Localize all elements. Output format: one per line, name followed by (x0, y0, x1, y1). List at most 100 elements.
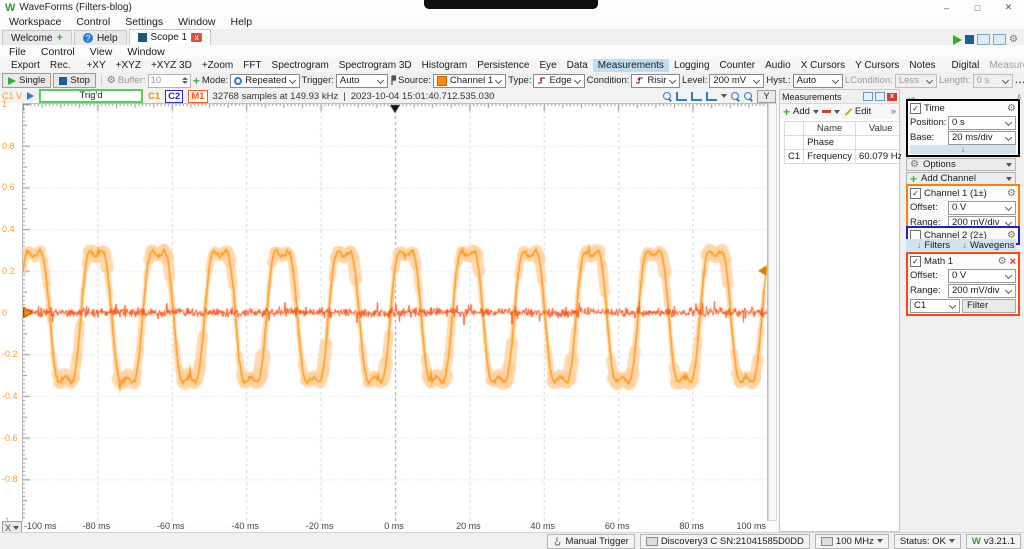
single-button[interactable]: Single (2, 73, 51, 88)
channel2-legend[interactable]: C2 (165, 90, 183, 103)
measurement-row[interactable]: Phase (785, 136, 906, 150)
scope-menu-view[interactable]: View (90, 46, 113, 58)
math1-checkbox[interactable]: ✓ (910, 256, 921, 267)
menu-workspace[interactable]: Workspace (9, 16, 61, 28)
manual-trigger-flag-icon[interactable] (390, 75, 396, 86)
math-offset-select[interactable]: 0 V (948, 269, 1016, 283)
mode-select[interactable]: Repeated (230, 74, 299, 88)
channel1-checkbox[interactable]: ✓ (910, 188, 921, 199)
chevron-down-icon[interactable] (834, 110, 840, 114)
cascade-windows-icon[interactable] (977, 34, 990, 45)
view-item-logging[interactable]: Logging (669, 59, 715, 72)
stop-all-icon[interactable] (965, 35, 974, 44)
manual-trigger-button[interactable]: Manual Trigger (547, 534, 634, 549)
zoom-reset-icon[interactable] (744, 92, 753, 101)
view-item-y-cursors[interactable]: Y Cursors (850, 59, 904, 72)
trigger-select[interactable]: Auto (336, 74, 388, 88)
math1-gear-icon[interactable]: ⚙ (998, 257, 1007, 267)
type-select[interactable]: Edge (533, 74, 584, 88)
view-item-notes[interactable]: Notes (904, 59, 940, 72)
maximize-button[interactable]: □ (962, 0, 993, 15)
buffer-gear-icon[interactable]: ⚙ (107, 76, 116, 86)
plot-vertical-scrollbar[interactable] (768, 103, 777, 521)
tab-help[interactable]: ? Help (74, 30, 127, 45)
zoom-select-icon[interactable] (676, 92, 687, 101)
view-item-counter[interactable]: Counter (715, 59, 761, 72)
more-options[interactable]: ... (1015, 75, 1024, 86)
run-all-icon[interactable] (953, 35, 962, 45)
view-item-fft[interactable]: FFT (238, 59, 266, 72)
edit-measurement-label[interactable]: Edit (855, 106, 871, 117)
zoom-out-icon[interactable] (731, 92, 740, 101)
scope-menu-window[interactable]: Window (127, 46, 164, 58)
scope-plot[interactable] (22, 103, 768, 522)
clock-button[interactable]: 100 MHz (815, 534, 889, 549)
hysteresis-select[interactable]: Auto (793, 74, 843, 88)
math-range-select[interactable]: 200 mV/div (948, 284, 1016, 298)
edit-pencil-icon[interactable] (843, 107, 852, 116)
position-select[interactable]: 0 s (948, 116, 1016, 130)
scope-menu-file[interactable]: File (9, 46, 26, 58)
add-buffer-icon[interactable]: + (193, 76, 200, 86)
float-panel-icon[interactable] (863, 92, 873, 101)
options-button[interactable]: ⚙ Options (906, 158, 1016, 171)
view-item-data[interactable]: Data (562, 59, 593, 72)
view-item-audio[interactable]: Audio (760, 59, 796, 72)
view-item--xyz[interactable]: +XYZ (111, 59, 146, 72)
base-select[interactable]: 20 ms/div (948, 131, 1016, 145)
close-panel-icon[interactable]: x (887, 93, 897, 101)
add-tab-icon[interactable]: + (57, 34, 63, 43)
math1-legend[interactable]: M1 (188, 90, 207, 103)
maximize-panel-icon[interactable] (875, 92, 885, 101)
ch1-offset-select[interactable]: 0 V (948, 201, 1016, 215)
view-item-measurements[interactable]: Measurements (593, 59, 669, 72)
filters-link[interactable]: ↓ Filters (906, 240, 961, 251)
view-item-rec-[interactable]: Rec. (45, 59, 76, 72)
condition-select[interactable]: Risir (631, 74, 680, 88)
buffer-spinner[interactable]: 10 (148, 74, 191, 88)
toolbar-overflow[interactable]: » (891, 106, 896, 117)
view-item-persistence[interactable]: Persistence (472, 59, 534, 72)
remove-math-icon[interactable]: × (1010, 257, 1016, 267)
menu-settings[interactable]: Settings (125, 16, 163, 28)
add-measurement-icon[interactable]: + (783, 107, 790, 117)
menu-window[interactable]: Window (178, 16, 215, 28)
source-select[interactable]: Channel 1 (433, 74, 506, 88)
view-item-digital[interactable]: Digital (947, 59, 985, 72)
filter-button[interactable]: Filter (962, 299, 1016, 313)
tile-windows-icon[interactable] (993, 34, 1006, 45)
measurement-row[interactable]: C1Frequency60.079 Hz (785, 150, 906, 164)
add-measurement-label[interactable]: Add (793, 106, 810, 117)
stop-button[interactable]: Stop (53, 73, 96, 88)
scope-menu-control[interactable]: Control (41, 46, 75, 58)
view-item-spectrogram[interactable]: Spectrogram (267, 59, 334, 72)
view-item-histogram[interactable]: Histogram (417, 59, 473, 72)
version-button[interactable]: W v3.21.1 (966, 534, 1021, 549)
view-item--xyz-3d[interactable]: +XYZ 3D (146, 59, 197, 72)
view-item-x-cursors[interactable]: X Cursors (796, 59, 850, 72)
view-item-eye[interactable]: Eye (534, 59, 561, 72)
zoom-y-icon[interactable] (706, 92, 717, 101)
chevron-down-icon[interactable] (721, 94, 727, 98)
close-button[interactable]: ✕ (993, 0, 1024, 15)
remove-measurement-icon[interactable] (822, 110, 831, 113)
time-checkbox[interactable]: ✓ (910, 103, 921, 114)
settings-gear-icon[interactable]: ⚙ (1009, 35, 1018, 45)
level-select[interactable]: 200 mV (709, 74, 764, 88)
view-item-spectrogram-3d[interactable]: Spectrogram 3D (334, 59, 417, 72)
view-item--xy[interactable]: +XY (81, 59, 110, 72)
math-input-select[interactable]: C1 (910, 299, 960, 313)
minimize-button[interactable]: – (931, 0, 962, 15)
menu-control[interactable]: Control (76, 16, 110, 28)
spinner-arrows-icon[interactable] (182, 77, 188, 84)
channel1-legend[interactable]: C1 (148, 91, 160, 102)
zoom-x-icon[interactable] (691, 92, 702, 101)
tab-scope1[interactable]: Scope 1 x (129, 29, 212, 45)
zoom-in-icon[interactable] (663, 92, 672, 101)
wavegens-link[interactable]: ↓ Wavegens (961, 240, 1016, 251)
view-item-export[interactable]: Export (6, 59, 45, 72)
close-tab-icon[interactable]: x (191, 33, 202, 42)
time-expand-strip[interactable]: ↓ (910, 145, 1016, 154)
y-axis-button[interactable]: Y (757, 90, 776, 103)
menu-help[interactable]: Help (231, 16, 253, 28)
